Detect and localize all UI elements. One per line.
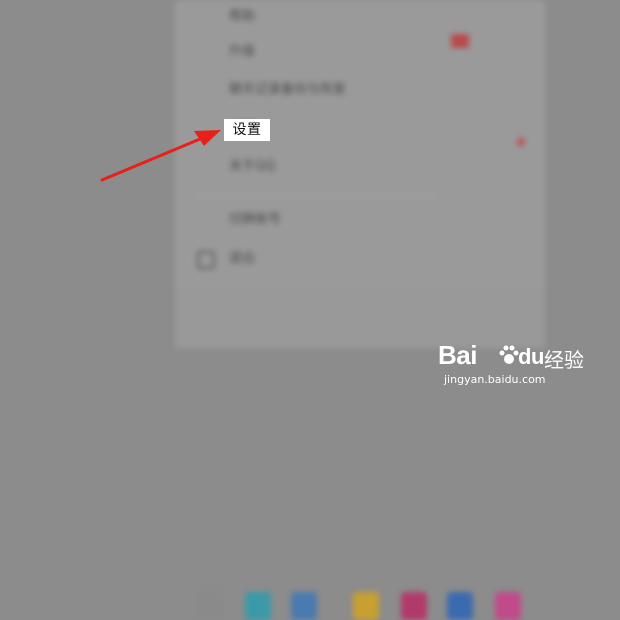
app-icon[interactable] — [447, 592, 473, 620]
app-icon[interactable] — [495, 592, 521, 620]
app-grid-icon[interactable] — [197, 592, 223, 620]
app-icon[interactable] — [245, 592, 271, 620]
baidu-jingyan-watermark: Bai du 经验 jingyan.baidu.com — [438, 340, 588, 392]
watermark-url: jingyan.baidu.com — [444, 373, 546, 386]
app-icon[interactable] — [401, 592, 427, 620]
app-icon[interactable] — [353, 592, 379, 620]
watermark-brand: Bai — [438, 340, 477, 370]
app-icon[interactable] — [291, 592, 317, 620]
watermark-brand-suffix: du — [518, 344, 544, 369]
watermark-cn: 经验 — [544, 348, 584, 372]
paw-logo-icon — [499, 345, 519, 364]
screenshot: 帮助 升级 聊天记录备份与恢复 设置 关于QQ 切换帐号 退出 — [0, 0, 620, 620]
